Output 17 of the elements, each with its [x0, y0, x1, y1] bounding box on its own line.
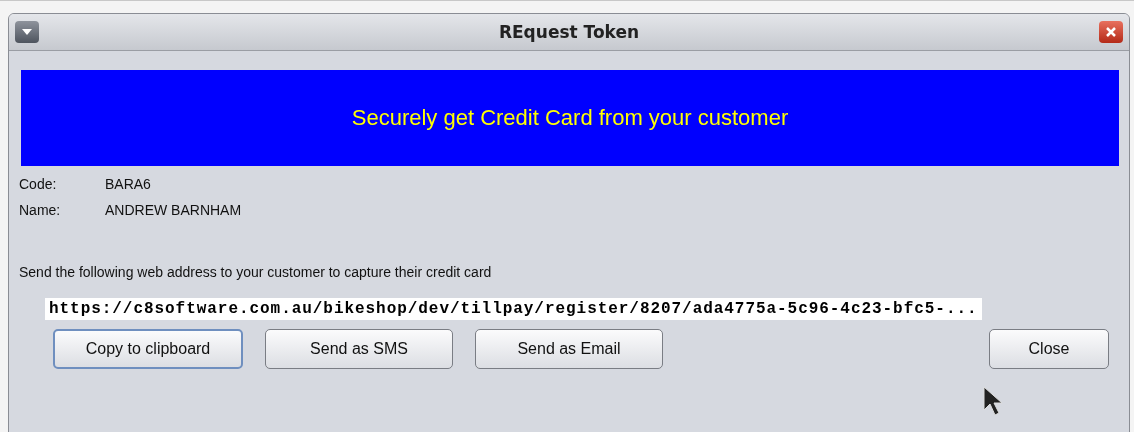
action-button[interactable]: Copy to clipboard [53, 329, 243, 369]
caret-icon [22, 29, 32, 35]
cursor-icon [983, 386, 1003, 416]
close-button[interactable]: Close [989, 329, 1109, 369]
action-button[interactable]: Send as SMS [265, 329, 453, 369]
window-menu-button[interactable] [15, 21, 39, 43]
url-text: https://c8software.com.au/bikeshop/dev/tillpay/register/8207/ada4775a-5c96-4c23-bfc5-... [45, 298, 982, 320]
banner: Securely get Credit Card from your customer [21, 70, 1119, 166]
window-close-button[interactable] [1099, 21, 1123, 43]
close-icon [1105, 26, 1117, 38]
field-label: Code: [19, 176, 58, 192]
field-value: ANDREW BARNHAM [105, 202, 242, 218]
instruction-text: Send the following web address to your customer to capture their credit card [19, 264, 493, 280]
action-button[interactable]: Send as Email [475, 329, 663, 369]
window-title: REquest Token [497, 22, 641, 42]
field-label: Name: [19, 202, 62, 218]
field-value: BARA6 [105, 176, 152, 192]
